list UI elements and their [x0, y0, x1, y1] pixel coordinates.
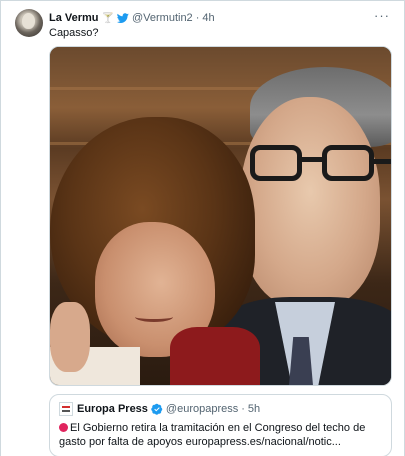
cocktail-icon: 🍸: [101, 12, 114, 24]
woman-red-top: [170, 327, 260, 385]
quoted-tweet-text-container: El Gobierno retira la tramitación en el …: [59, 421, 382, 449]
tweet-photo[interactable]: [49, 46, 392, 386]
tweet-text: Capasso?: [49, 27, 99, 39]
separator-dot: ·: [195, 12, 200, 24]
tweet-timestamp[interactable]: 4h: [202, 12, 214, 24]
quoted-author-name[interactable]: Europa Press: [77, 403, 148, 415]
tweet[interactable]: La Vermu 🍸 @Vermutin2 · 4h ··· Capasso?: [0, 0, 405, 456]
separator-dot: ·: [241, 403, 245, 415]
verified-badge-icon: [151, 403, 163, 415]
quoted-tweet-timestamp[interactable]: 5h: [248, 403, 260, 415]
avatar[interactable]: [15, 9, 43, 37]
glasses-arm: [372, 159, 391, 164]
quoted-tweet[interactable]: Europa Press @europapress · 5h El Gobier…: [49, 394, 392, 456]
tweet-header: La Vermu 🍸 @Vermutin2 · 4h: [49, 11, 215, 25]
red-circle-icon: [59, 423, 68, 432]
author-handle[interactable]: @Vermutin2: [132, 12, 193, 24]
quoted-tweet-text: El Gobierno retira la tramitación en el …: [59, 422, 366, 448]
more-options-icon[interactable]: ···: [374, 8, 390, 23]
twitter-bird-icon: [116, 13, 129, 23]
woman-smile: [135, 312, 173, 322]
europa-press-avatar[interactable]: [59, 402, 73, 416]
glasses-left-lens: [250, 145, 302, 181]
man-face: [240, 97, 380, 307]
quoted-tweet-header: Europa Press @europapress · 5h: [59, 402, 382, 416]
glasses-right-lens: [322, 145, 374, 181]
glasses-bridge: [300, 157, 324, 162]
author-name[interactable]: La Vermu: [49, 12, 99, 24]
woman-hand: [50, 302, 90, 372]
quoted-author-handle[interactable]: @europapress: [166, 403, 238, 415]
